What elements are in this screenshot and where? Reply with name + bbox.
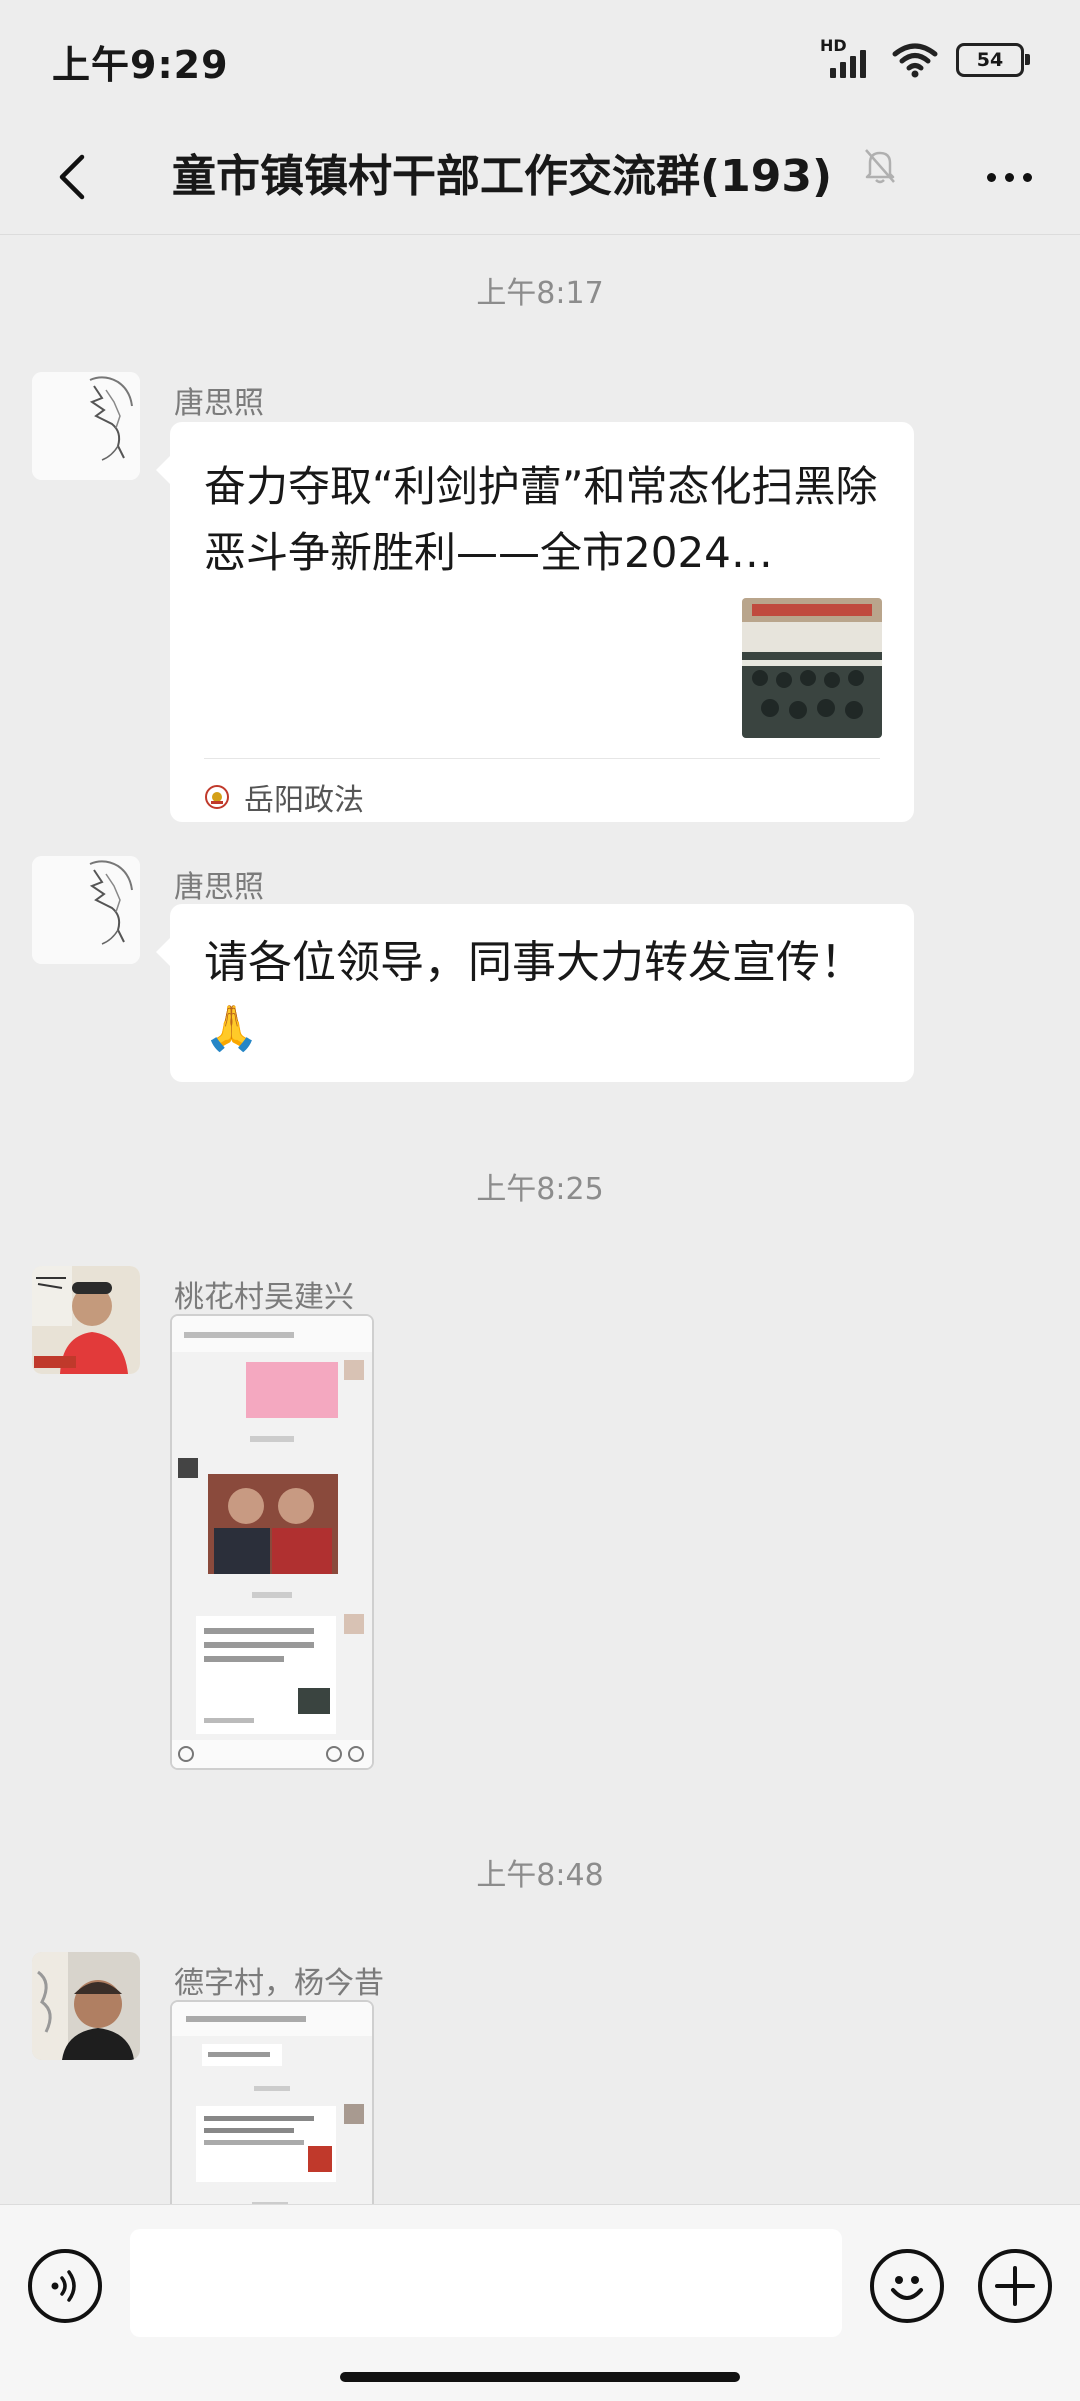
photo-avatar-image (32, 1952, 140, 2060)
status-time: 上午9:29 (52, 43, 229, 87)
sender-name: 桃花村吴建兴 (174, 1280, 354, 1315)
dot-icon (1004, 172, 1014, 182)
link-card-source: 岳阳政法 (204, 772, 364, 822)
sender-name: 唐思照 (174, 386, 264, 421)
message-input[interactable] (130, 2229, 842, 2337)
plus-icon (995, 2266, 1035, 2306)
status-bar: 上午9:29 HD 54 (0, 0, 1080, 120)
chat-title: 童市镇镇村干部工作交流群(193) (172, 151, 833, 202)
text-message[interactable]: 请各位领导，同事大力转发宣传！ 🙏 (156, 904, 914, 1082)
sender-name: 唐思照 (174, 870, 264, 905)
link-source-label: 岳阳政法 (244, 783, 364, 818)
emblem-icon (205, 785, 229, 809)
voice-icon (51, 2270, 76, 2302)
photo-avatar-image (32, 1266, 140, 1374)
message-timestamp: 上午8:25 (476, 1172, 604, 1207)
image-message[interactable] (170, 1314, 374, 1770)
dot-icon (986, 172, 996, 182)
battery-level: 54 (976, 49, 1004, 71)
message-timestamp: 上午8:17 (476, 276, 604, 311)
chat-header: 童市镇镇村干部工作交流群(193) (0, 120, 1080, 235)
avatar[interactable] (32, 372, 140, 480)
mute-bell-icon (865, 149, 895, 184)
message-timestamp: 上午8:48 (476, 1858, 604, 1893)
sketch-avatar-image (32, 372, 140, 480)
voice-button[interactable] (28, 2249, 102, 2323)
status-icons: HD 54 (820, 36, 1030, 82)
emoji-button[interactable] (870, 2249, 944, 2323)
smile-icon (891, 2276, 923, 2300)
avatar[interactable] (32, 856, 140, 964)
avatar[interactable] (32, 1952, 140, 2060)
sketch-avatar-image (32, 856, 140, 964)
chevron-left-icon (59, 154, 85, 200)
back-button[interactable] (36, 142, 106, 212)
home-indicator[interactable] (340, 2372, 740, 2382)
link-card-message[interactable]: 奋力夺取“利剑护蕾”和常态化扫黑除恶斗争新胜利——全市2024… 岳阳政法 (156, 422, 914, 822)
pray-emoji-icon: 🙏 (204, 1003, 259, 1054)
battery-icon: 54 (956, 43, 1030, 77)
link-card-thumbnail (742, 598, 882, 738)
dot-icon (1022, 172, 1032, 182)
message-text: 请各位领导，同事大力转发宣传！ 🙏 (204, 930, 864, 1062)
signal-icon: HD (820, 36, 874, 80)
more-functions-button[interactable] (978, 2249, 1052, 2323)
link-card-divider (204, 758, 880, 759)
message-text-body: 请各位领导，同事大力转发宣传！ (204, 937, 864, 988)
avatar[interactable] (32, 1266, 140, 1374)
sender-name: 德字村，杨今昔 (174, 1966, 384, 2001)
screenshot-thumbnail (172, 1316, 372, 1768)
link-card-title: 奋力夺取“利剑护蕾”和常态化扫黑除恶斗争新胜利——全市2024… (204, 462, 878, 577)
wifi-icon (892, 43, 938, 78)
more-button[interactable] (974, 142, 1044, 212)
